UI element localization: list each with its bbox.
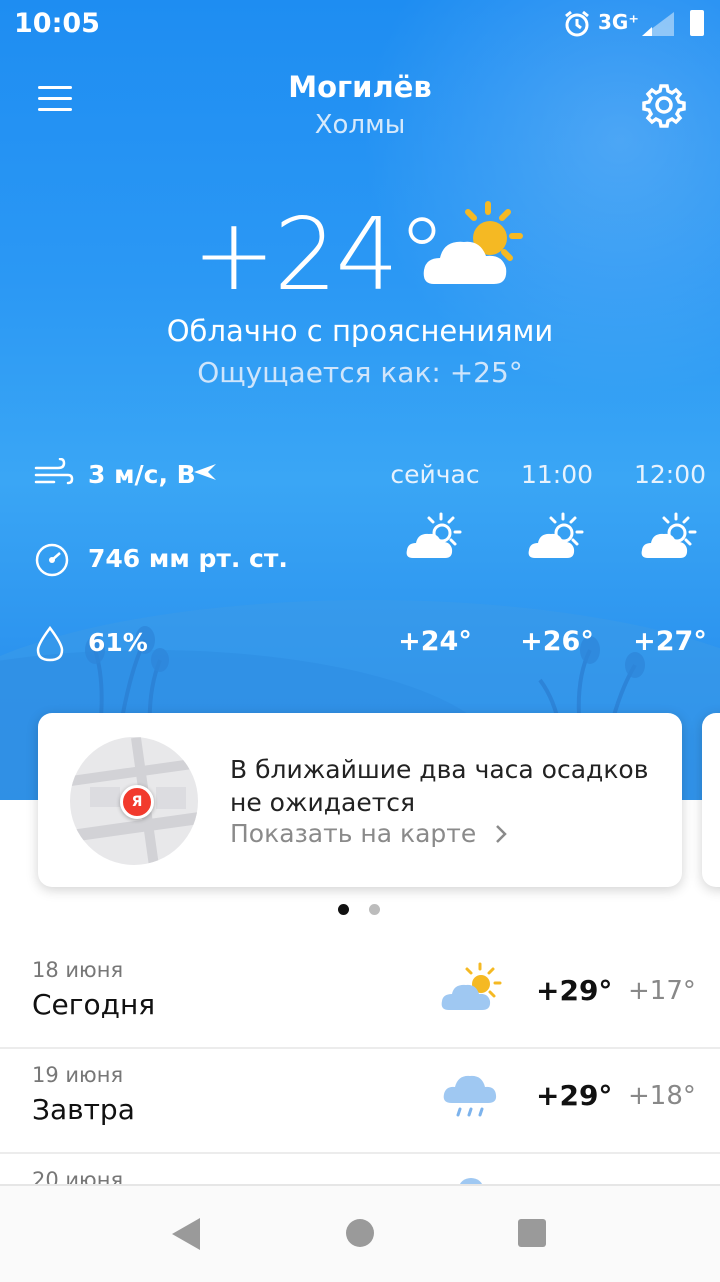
next-card-peek[interactable] [702,713,720,887]
partly-cloudy-icon [406,512,462,558]
wind-icon [34,458,74,485]
feels-like: Ощущается как: +25° [197,356,523,389]
district-name[interactable]: Холмы [0,110,720,140]
pager-dots [338,900,400,919]
pressure-gauge-icon [35,543,69,577]
partly-cloudy-icon [441,962,502,1010]
system-nav-bar [0,1184,720,1282]
alarm-icon [565,10,589,37]
partly-cloudy-icon [528,512,584,558]
home-icon[interactable] [344,1217,376,1249]
daily-row-tomorrow[interactable]: 19 июня Завтра +29° +18° [0,1049,720,1154]
hourly-item-12[interactable]: 12:00 +27° [610,460,720,657]
partly-cloudy-icon [423,201,523,284]
hourly-item-now[interactable]: сейчас +24° [375,460,495,657]
show-on-map-link[interactable]: Показать на карте [230,819,508,848]
city-name[interactable]: Могилёв [0,70,720,104]
rain-cloud-icon [443,1075,497,1117]
current-temperature: +24° [192,196,447,313]
gear-icon[interactable] [641,82,687,128]
status-time: 10:05 [14,8,100,39]
partly-cloudy-icon [641,512,697,558]
nowcast-message: В ближайшие два часа осадков не ожидаетс… [230,755,649,817]
daily-row-today[interactable]: 18 июня Сегодня +29° +17° [0,944,720,1049]
battery-icon [690,10,704,36]
network-type: 3G⁺ [598,10,639,34]
signal-icon [642,12,674,36]
nowcast-card[interactable]: Я В ближайшие два часа осадков не ожидае… [38,713,682,887]
wind-direction-icon [194,464,216,480]
pager-dot[interactable] [369,904,380,915]
weather-condition: Облачно с прояснениями [166,314,554,348]
humidity-drop-icon [36,626,64,662]
recents-icon[interactable] [516,1217,548,1249]
back-icon[interactable] [170,1216,202,1252]
status-bar: 10:05 3G⁺ [0,0,720,50]
map-thumbnail[interactable]: Я [70,737,198,865]
chevron-right-icon [496,825,507,843]
pager-dot-active[interactable] [338,904,349,915]
location-pin-icon: Я [120,785,154,819]
hourly-item-11[interactable]: 11:00 +26° [497,460,617,657]
